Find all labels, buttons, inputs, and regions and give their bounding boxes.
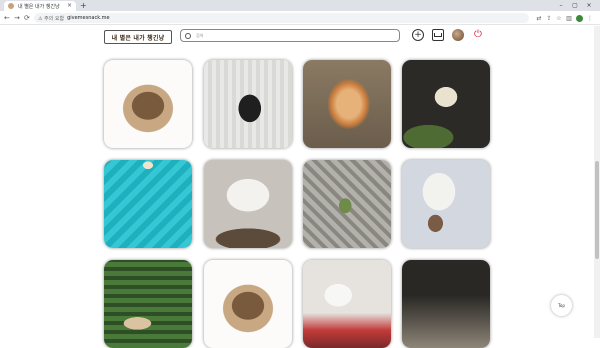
photo-card[interactable] [303,260,391,348]
photo-card[interactable] [104,60,192,148]
photo-card[interactable] [204,260,292,348]
photo-card[interactable] [402,160,490,248]
scroll-top-label: Top [558,303,565,308]
photo-card[interactable] [402,60,490,148]
scroll-top-button[interactable]: Top [551,295,572,316]
photo-card[interactable] [104,160,192,248]
scrollbar-thumb[interactable] [595,161,599,259]
photo-card[interactable] [303,160,391,248]
photo-card[interactable] [204,60,292,148]
scrollbar[interactable] [594,26,600,338]
photo-gallery [0,0,600,348]
photo-card[interactable] [104,260,192,348]
photo-card[interactable] [303,60,391,148]
photo-card[interactable] [204,160,292,248]
photo-card[interactable] [402,260,490,348]
